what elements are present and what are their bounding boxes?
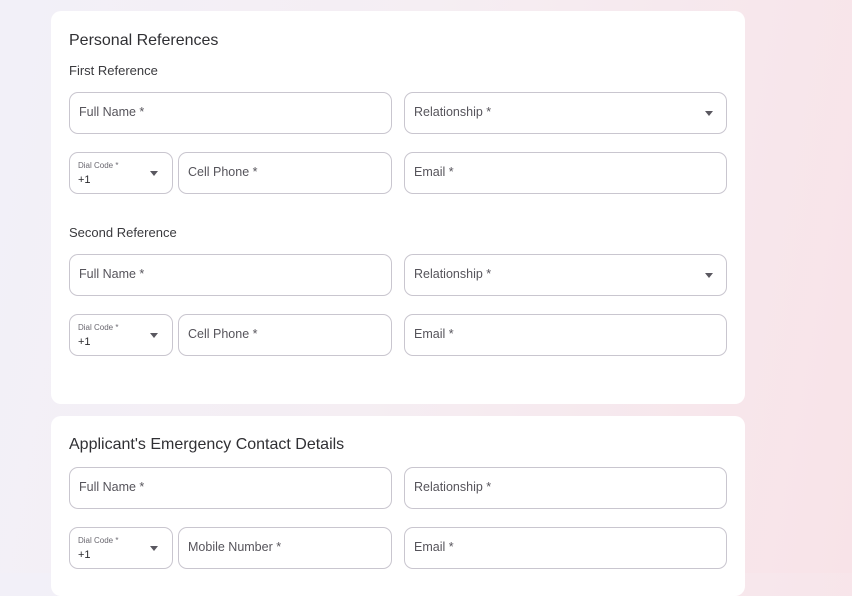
second-reference-email-placeholder: Email *	[414, 327, 454, 341]
first-reference-dial-code-value: +1	[78, 174, 91, 186]
first-reference-email-input[interactable]: Email *	[404, 152, 727, 194]
first-reference-cell-phone-input[interactable]: Cell Phone *	[178, 152, 392, 194]
first-reference-dial-code-select[interactable]: Dial Code * +1	[69, 152, 173, 194]
emergency-dial-code-label: Dial Code *	[78, 536, 119, 545]
first-reference-relationship-placeholder: Relationship *	[414, 105, 492, 119]
second-reference-email-input[interactable]: Email *	[404, 314, 727, 356]
first-reference-full-name-placeholder: Full Name *	[79, 105, 145, 119]
second-reference-title: Second Reference	[69, 225, 177, 240]
emergency-full-name-placeholder: Full Name *	[79, 480, 145, 494]
emergency-mobile-number-input[interactable]: Mobile Number *	[178, 527, 392, 569]
emergency-relationship-input[interactable]: Relationship *	[404, 467, 727, 509]
second-reference-cell-phone-placeholder: Cell Phone *	[188, 327, 258, 341]
emergency-contact-card: Applicant's Emergency Contact Details Fu…	[51, 416, 745, 596]
emergency-relationship-placeholder: Relationship *	[414, 480, 492, 494]
caret-down-icon	[705, 273, 713, 278]
first-reference-title: First Reference	[69, 63, 158, 78]
personal-references-title: Personal References	[69, 32, 219, 49]
emergency-email-placeholder: Email *	[414, 540, 454, 554]
second-reference-dial-code-select[interactable]: Dial Code * +1	[69, 314, 173, 356]
emergency-mobile-number-placeholder: Mobile Number *	[188, 540, 282, 554]
caret-down-icon	[705, 111, 713, 116]
first-reference-cell-phone-placeholder: Cell Phone *	[188, 165, 258, 179]
emergency-full-name-input[interactable]: Full Name *	[69, 467, 392, 509]
second-reference-cell-phone-input[interactable]: Cell Phone *	[178, 314, 392, 356]
caret-down-icon	[150, 171, 158, 176]
second-reference-dial-code-value: +1	[78, 336, 91, 348]
second-reference-relationship-placeholder: Relationship *	[414, 267, 492, 281]
emergency-dial-code-select[interactable]: Dial Code * +1	[69, 527, 173, 569]
first-reference-dial-code-label: Dial Code *	[78, 161, 119, 170]
second-reference-dial-code-label: Dial Code *	[78, 323, 119, 332]
emergency-contact-title: Applicant's Emergency Contact Details	[69, 436, 345, 453]
second-reference-full-name-input[interactable]: Full Name *	[69, 254, 392, 296]
emergency-email-input[interactable]: Email *	[404, 527, 727, 569]
caret-down-icon	[150, 333, 158, 338]
first-reference-email-placeholder: Email *	[414, 165, 454, 179]
first-reference-relationship-select[interactable]: Relationship *	[404, 92, 727, 134]
second-reference-relationship-select[interactable]: Relationship *	[404, 254, 727, 296]
first-reference-full-name-input[interactable]: Full Name *	[69, 92, 392, 134]
emergency-dial-code-value: +1	[78, 549, 91, 561]
personal-references-card: Personal References First Reference Full…	[51, 11, 745, 404]
caret-down-icon	[150, 546, 158, 551]
second-reference-full-name-placeholder: Full Name *	[79, 267, 145, 281]
